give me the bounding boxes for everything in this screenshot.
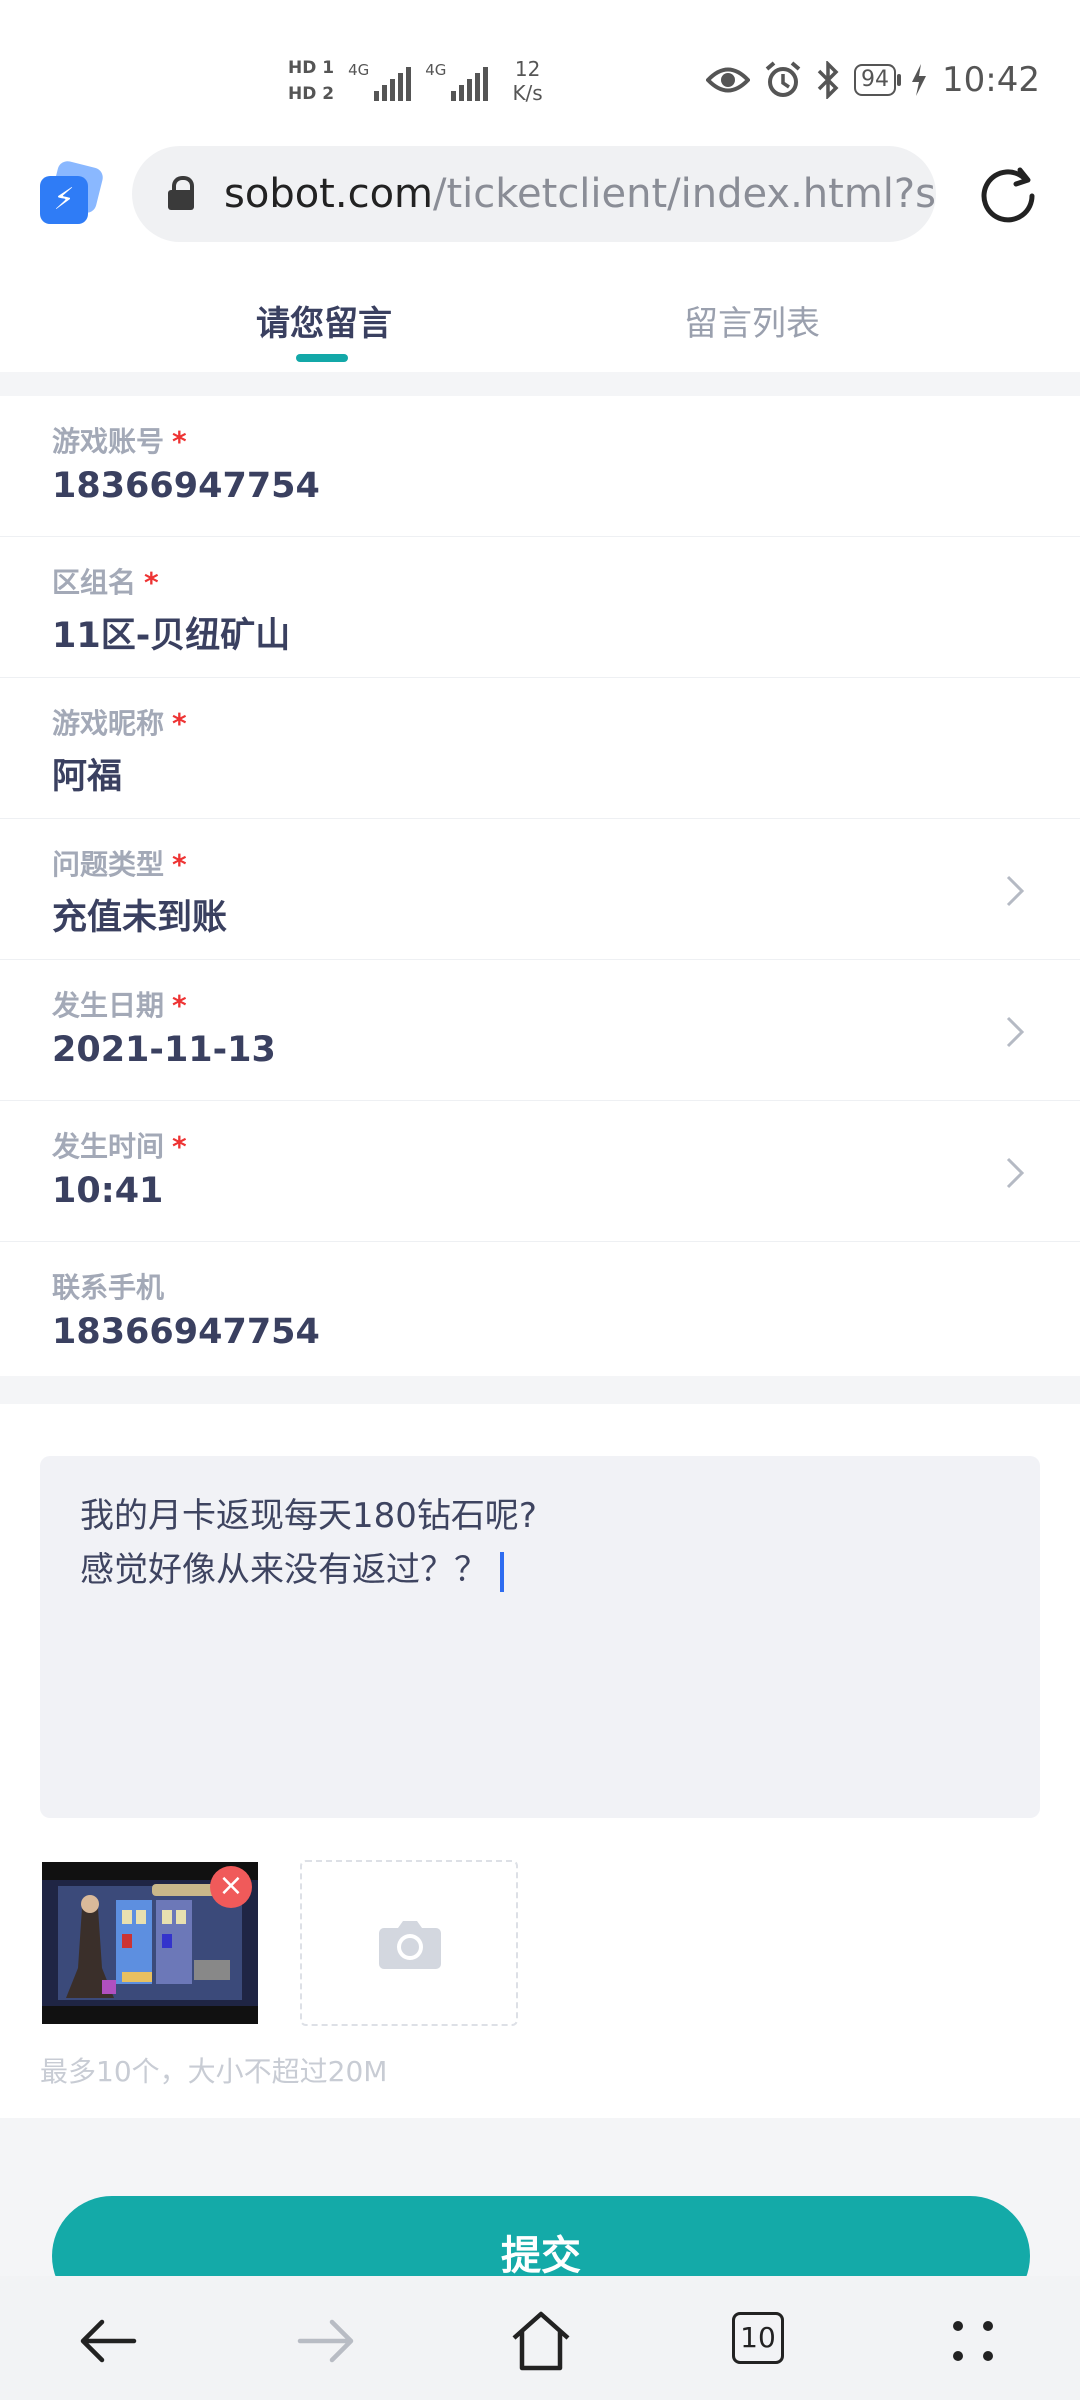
divider [0,372,1080,396]
required-mark: * [172,707,187,740]
chevron-right-icon [1006,875,1025,907]
ticket-form: 游戏账号 * 18366947754 区组名 * 11区-贝纽矿山 游戏昵称 * 阿福… [0,396,1080,1382]
bluetooth-icon [817,61,839,99]
tab-bar: 请您留言 留言列表 [0,248,1080,372]
menu-icon[interactable] [938,2306,1008,2376]
text-caret [500,1551,504,1592]
speed-unit: K/s [512,81,543,105]
tab-leave-message[interactable]: 请您留言 [256,296,392,345]
network-1-label: 4G [348,61,370,79]
required-mark: * [144,566,159,599]
required-mark: * [172,425,187,458]
remove-image-button[interactable]: × [210,1866,252,1908]
nickname-value[interactable]: 阿福 [52,748,122,799]
network-2-label: 4G [425,61,447,79]
field-nickname[interactable]: 游戏昵称 * 阿福 [0,678,1080,819]
forward-arrow-icon[interactable] [290,2306,360,2376]
field-game-account[interactable]: 游戏账号 * 18366947754 [0,396,1080,537]
date-value[interactable]: 2021-11-13 [52,1030,276,1070]
browser-toolbar: ⚡ sobot.com/ticketclient/index.html?sys [0,140,1080,248]
reload-icon[interactable] [978,164,1038,224]
clock: 10:42 [942,60,1040,100]
field-label: 游戏账号 * [52,425,187,458]
eye-icon [706,67,751,93]
field-label: 问题类型 * [52,848,187,881]
tab-message-list[interactable]: 留言列表 [684,296,820,345]
phone-value[interactable]: 18366947754 [52,1312,320,1352]
speed-value: 12 [514,57,541,81]
field-server[interactable]: 区组名 * 11区-贝纽矿山 [0,537,1080,678]
required-mark: * [172,989,187,1022]
add-image-button[interactable] [300,1860,518,2026]
sim-indicators: HD 1 HD 2 [288,58,334,104]
charging-icon [912,64,927,96]
time-value[interactable]: 10:41 [52,1171,163,1211]
status-bar: HD 1 HD 2 4G 4G 12 K/s 94 10:42 [0,0,1080,140]
required-mark: * [172,1130,187,1163]
description-line-2: 感觉好像从来没有返过？？ [80,1542,504,1592]
description-textarea[interactable]: 我的月卡返现每天180钻石呢? 感觉好像从来没有返过？？ [40,1456,1040,1818]
field-label: 游戏昵称 * [52,707,187,740]
lightning-icon: ⚡ [40,176,88,224]
sim1-indicator: HD 1 [288,58,335,78]
field-time[interactable]: 发生时间 * 10:41 [0,1101,1080,1242]
network-speed: 12 K/s [512,57,542,105]
description-line-1: 我的月卡返现每天180钻石呢? [80,1496,537,1536]
issue-type-value[interactable]: 充值未到账 [52,889,227,940]
field-label: 联系手机 [52,1271,165,1304]
browser-app-icon[interactable]: ⚡ [40,159,105,224]
url-domain: sobot.com [224,171,434,217]
sim2-indicator: HD 2 [288,84,335,104]
active-tab-indicator [296,354,348,362]
upload-hint: 最多10个，大小不超过20M [40,2055,388,2088]
field-phone[interactable]: 联系手机 18366947754 [0,1242,1080,1382]
url-text: sobot.com/ticketclient/index.html?sys [224,166,936,222]
back-arrow-icon[interactable] [74,2306,144,2376]
divider [0,1376,1080,1404]
field-label: 区组名 * [52,566,159,599]
field-label: 发生时间 * [52,1130,187,1163]
status-right: 94 10:42 [706,52,1040,108]
chevron-right-icon [1006,1016,1025,1048]
alarm-icon [765,61,801,97]
required-mark: * [172,848,187,881]
signal-1-icon: 4G [348,61,412,101]
camera-icon [379,1921,441,1969]
home-icon[interactable] [506,2306,576,2376]
game-account-value[interactable]: 18366947754 [52,466,320,506]
browser-nav-bar: 10 [0,2276,1080,2400]
field-date[interactable]: 发生日期 * 2021-11-13 [0,960,1080,1101]
chevron-right-icon [1006,1157,1025,1189]
battery-icon: 94 [854,64,902,96]
url-path: /ticketclient/index.html?sys [433,171,936,217]
signal-2-icon: 4G [425,61,489,101]
lock-icon [168,176,194,210]
server-value[interactable]: 11区-贝纽矿山 [52,607,290,658]
field-label: 发生日期 * [52,989,187,1022]
tabs-count-button[interactable]: 10 [732,2312,784,2364]
field-issue-type[interactable]: 问题类型 * 充值未到账 [0,819,1080,960]
address-bar[interactable]: sobot.com/ticketclient/index.html?sys [132,146,936,242]
status-left: HD 1 HD 2 4G 4G 12 K/s [288,46,543,116]
